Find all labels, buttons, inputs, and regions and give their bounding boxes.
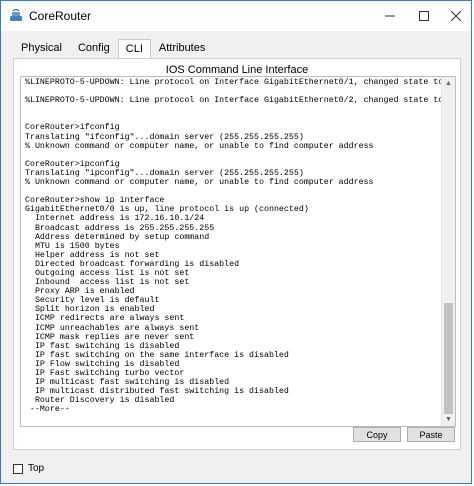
terminal-line: IP multicast distributed fast switching … (25, 387, 289, 397)
minimize-icon (385, 15, 395, 17)
tab-config[interactable]: Config (70, 38, 118, 58)
terminal-line: Translating "ifconfig"...domain server (… (25, 132, 304, 142)
terminal-line: Router Discovery is disabled (25, 396, 175, 406)
copy-button[interactable]: Copy (353, 427, 401, 442)
terminal-line: Inbound access list is not set (25, 278, 190, 288)
terminal-line: MTU is 1500 bytes (25, 241, 120, 251)
terminal-line: Proxy ARP is enabled (25, 287, 135, 297)
top-checkbox-label: Top (28, 463, 45, 474)
terminal-line: Directed broadcast forwarding is disable… (25, 259, 240, 269)
terminal-line: IP Flow switching is disabled (25, 359, 180, 369)
terminal-line: Address determined by setup command (25, 232, 210, 242)
paste-button[interactable]: Paste (407, 427, 455, 442)
terminal-line: IP multicast fast switching is disabled (25, 378, 230, 388)
tab-cli[interactable]: CLI (117, 39, 151, 59)
terminal-line: ICMP unreachables are always sent (25, 323, 200, 333)
cli-panel-title: IOS Command Line Interface (165, 64, 309, 76)
router-app-icon (10, 9, 22, 21)
tab-attributes[interactable]: Attributes (151, 38, 213, 58)
tab-physical[interactable]: Physical (13, 38, 70, 58)
minimize-button[interactable] (373, 1, 407, 31)
window-title: CoreRouter (29, 9, 92, 23)
close-icon (451, 11, 461, 21)
cli-terminal[interactable]: %LINEPROTO-5-UPDOWN: Line protocol on In… (20, 76, 456, 427)
title-bar[interactable]: CoreRouter (1, 1, 471, 31)
terminal-line: %LINEPROTO-5-UPDOWN: Line protocol on In… (25, 78, 443, 87)
scroll-up-arrow-icon[interactable]: ▲ (442, 77, 455, 90)
terminal-line: %LINEPROTO-5-UPDOWN: Line protocol on In… (25, 96, 443, 106)
tab-bar: Physical Config CLI Attributes (13, 38, 213, 59)
scrollbar-thumb[interactable] (444, 303, 453, 414)
top-checkbox-row: Top (13, 463, 44, 474)
terminal-line: IP fast switching is disabled (25, 341, 180, 351)
terminal-line: ICMP mask replies are never sent (25, 332, 195, 342)
router-window: CoreRouter Physical Config CLI Attribute… (0, 0, 472, 484)
terminal-line: Outgoing access list is not set (25, 268, 190, 278)
close-button[interactable] (439, 1, 473, 31)
terminal-line: Internet address is 172.16.10.1/24 (25, 214, 205, 224)
terminal-line: CoreRouter>ifconfig (25, 123, 120, 133)
terminal-line: Helper address is not set (25, 250, 160, 260)
terminal-line: % Unknown command or computer name, or u… (25, 141, 374, 151)
maximize-icon (419, 11, 429, 21)
terminal-line: --More-- (25, 405, 70, 415)
cli-panel: IOS Command Line Interface %LINEPROTO-5-… (13, 58, 461, 450)
top-checkbox[interactable] (13, 463, 23, 474)
terminal-line: CoreRouter>show ip interface (25, 196, 165, 206)
terminal-line: Translating "ipconfig"...domain server (… (25, 168, 304, 178)
terminal-line: ICMP redirects are always sent (25, 314, 185, 324)
terminal-scrollbar[interactable]: ▲ ▼ (441, 77, 455, 426)
terminal-line: Security level is default (25, 296, 160, 306)
terminal-line: Broadcast address is 255.255.255.255 (25, 223, 215, 233)
terminal-line: IP fast switching on the same interface … (25, 350, 289, 360)
terminal-line: CoreRouter>ipconfig (25, 159, 120, 169)
terminal-line: % Unknown command or computer name, or u… (25, 178, 374, 188)
terminal-line: IP Fast switching turbo vector (25, 369, 185, 378)
maximize-button[interactable] (407, 1, 441, 31)
terminal-output[interactable]: %LINEPROTO-5-UPDOWN: Line protocol on In… (25, 78, 443, 426)
scroll-down-arrow-icon[interactable]: ▼ (442, 413, 455, 426)
